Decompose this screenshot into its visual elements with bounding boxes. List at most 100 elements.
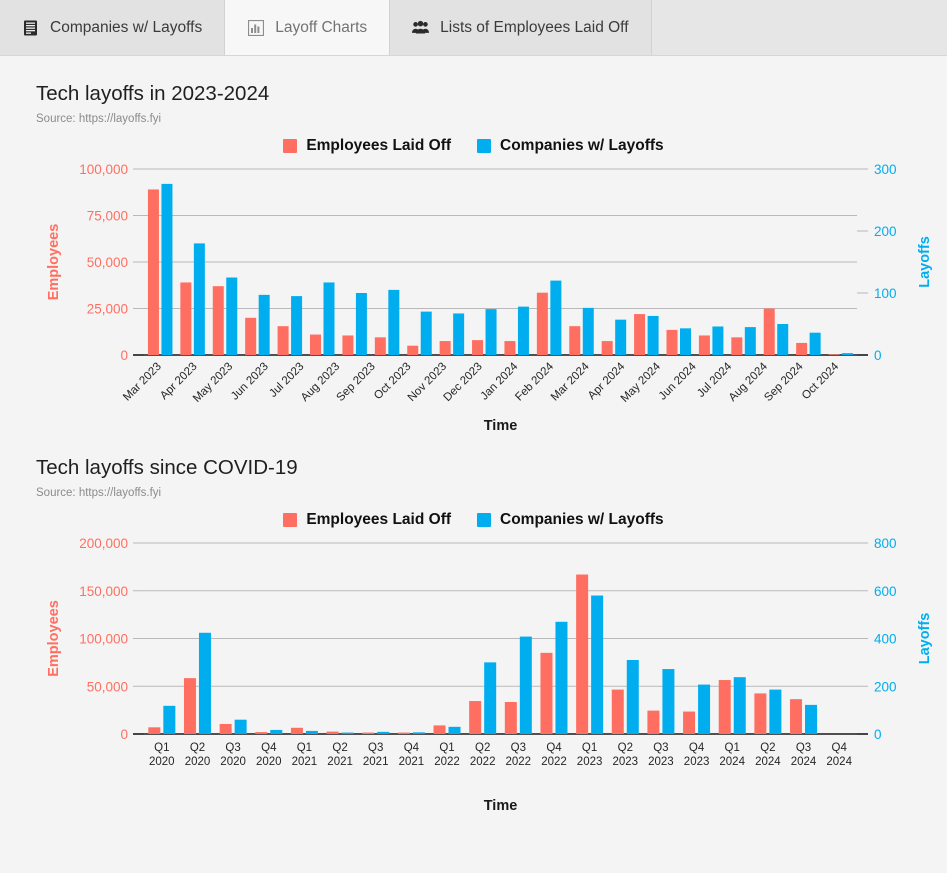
bar-employees[interactable] <box>611 689 624 734</box>
bar-companies[interactable] <box>777 324 789 355</box>
bar-employees[interactable] <box>310 334 321 355</box>
bar-companies[interactable] <box>615 319 627 355</box>
bar-companies[interactable] <box>842 353 854 355</box>
bar-companies[interactable] <box>485 309 497 355</box>
bar-companies[interactable] <box>626 659 639 734</box>
bar-companies[interactable] <box>582 307 594 355</box>
bar-employees[interactable] <box>472 340 484 355</box>
x-tick-label: Q1 2020 <box>149 742 175 768</box>
bar-companies[interactable] <box>226 277 238 356</box>
bar-employees[interactable] <box>504 702 517 734</box>
bar-employees[interactable] <box>219 723 232 734</box>
bar-employees[interactable] <box>245 317 257 355</box>
bar-companies[interactable] <box>163 705 176 734</box>
bar-employees[interactable] <box>255 732 268 734</box>
tab-layoff-charts[interactable]: Layoff Charts <box>225 0 391 55</box>
bar-companies[interactable] <box>270 729 283 734</box>
bar-companies[interactable] <box>662 669 675 734</box>
bar-companies[interactable] <box>519 636 532 734</box>
bar-companies[interactable] <box>712 326 724 355</box>
bar-employees[interactable] <box>569 326 581 355</box>
bar-employees[interactable] <box>362 732 375 734</box>
y2-tick-label: 0 <box>874 727 882 742</box>
bar-companies[interactable] <box>550 280 562 355</box>
bar-employees[interactable] <box>540 652 553 734</box>
bar-companies[interactable] <box>377 731 390 734</box>
bar-employees[interactable] <box>212 286 224 355</box>
bar-companies[interactable] <box>323 282 335 355</box>
charts-content: Tech layoffs in 2023-2024 Source: https:… <box>0 56 947 819</box>
x-axis-title: Time <box>484 798 518 814</box>
bar-companies[interactable] <box>517 306 529 355</box>
bar-employees[interactable] <box>754 693 767 734</box>
bar-employees[interactable] <box>647 710 660 734</box>
legend-item-employees[interactable]: Employees Laid Off <box>283 137 451 155</box>
bar-companies[interactable] <box>805 704 818 734</box>
bar-chart-svg[interactable]: 0 50,000 100,000 150,000 200,000 0 200 400 600 80… <box>36 529 947 819</box>
bar-employees[interactable] <box>374 337 386 355</box>
bar-employees[interactable] <box>634 314 646 355</box>
bar-employees[interactable] <box>731 337 743 355</box>
bar-employees[interactable] <box>796 342 808 355</box>
bar-companies[interactable] <box>453 313 465 355</box>
bar-companies[interactable] <box>161 183 173 355</box>
bar-companies[interactable] <box>412 732 425 734</box>
chart-plot-area[interactable]: 0 50,000 100,000 150,000 200,000 0 200 400 600 80… <box>36 529 947 819</box>
bar-companies[interactable] <box>733 677 746 734</box>
y-tick-label: 100,000 <box>79 162 128 177</box>
bar-companies[interactable] <box>234 719 247 734</box>
bar-employees[interactable] <box>439 341 451 355</box>
bar-companies[interactable] <box>769 689 782 734</box>
legend-item-companies[interactable]: Companies w/ Layoffs <box>477 137 664 155</box>
bar-employees[interactable] <box>469 701 482 734</box>
bar-employees[interactable] <box>576 574 589 734</box>
bar-companies[interactable] <box>388 289 400 355</box>
bar-companies[interactable] <box>341 732 354 734</box>
bar-companies[interactable] <box>809 332 821 355</box>
bar-companies[interactable] <box>198 632 211 734</box>
bar-employees[interactable] <box>504 341 516 355</box>
bar-employees[interactable] <box>342 335 354 355</box>
bar-employees[interactable] <box>790 699 803 734</box>
bar-employees[interactable] <box>183 678 196 734</box>
x-tick-label: Mar 2024 <box>549 360 592 403</box>
bar-employees[interactable] <box>290 727 303 734</box>
bar-employees[interactable] <box>763 308 775 356</box>
tab-companies-w-layoffs[interactable]: Companies w/ Layoffs <box>0 0 226 55</box>
bar-companies[interactable] <box>448 726 461 734</box>
bar-companies[interactable] <box>680 328 691 355</box>
legend-item-companies[interactable]: Companies w/ Layoffs <box>477 511 664 529</box>
bar-employees[interactable] <box>407 345 419 355</box>
bar-employees[interactable] <box>277 326 289 355</box>
bar-companies[interactable] <box>744 327 756 355</box>
bar-companies[interactable] <box>591 595 604 734</box>
chart-source: Source: https://layoffs.fyi <box>36 487 162 499</box>
bar-employees[interactable] <box>683 711 696 734</box>
bar-employees[interactable] <box>148 727 161 734</box>
bar-employees[interactable] <box>433 725 446 734</box>
bar-employees[interactable] <box>698 335 710 355</box>
bar-employees[interactable] <box>666 329 678 355</box>
bar-companies[interactable] <box>698 684 711 734</box>
bar-companies[interactable] <box>647 315 659 355</box>
legend-item-employees[interactable]: Employees Laid Off <box>283 511 451 529</box>
chart-plot-area[interactable]: 0 25,000 50,000 75,000 100,000 0 100 200 300 Mar … <box>36 155 947 440</box>
bar-chart-svg[interactable]: 0 25,000 50,000 75,000 100,000 0 100 200 300 Mar … <box>36 155 947 440</box>
bar-companies[interactable] <box>193 243 205 355</box>
bar-companies[interactable] <box>484 662 497 735</box>
bar-companies[interactable] <box>291 296 303 355</box>
bar-employees[interactable] <box>147 189 159 355</box>
bar-employees[interactable] <box>397 732 410 734</box>
bar-employees[interactable] <box>180 282 192 355</box>
bar-companies[interactable] <box>420 311 432 355</box>
bar-companies[interactable] <box>555 621 568 734</box>
bar-companies[interactable] <box>305 730 318 734</box>
bar-employees[interactable] <box>828 354 840 355</box>
bar-employees[interactable] <box>718 680 731 734</box>
bar-companies[interactable] <box>258 294 270 355</box>
bar-employees[interactable] <box>601 341 613 355</box>
bar-employees[interactable] <box>536 292 548 355</box>
bar-employees[interactable] <box>326 731 339 734</box>
tab-lists-of-employees-laid-off[interactable]: Lists of Employees Laid Off <box>390 0 652 55</box>
bar-companies[interactable] <box>355 293 367 355</box>
